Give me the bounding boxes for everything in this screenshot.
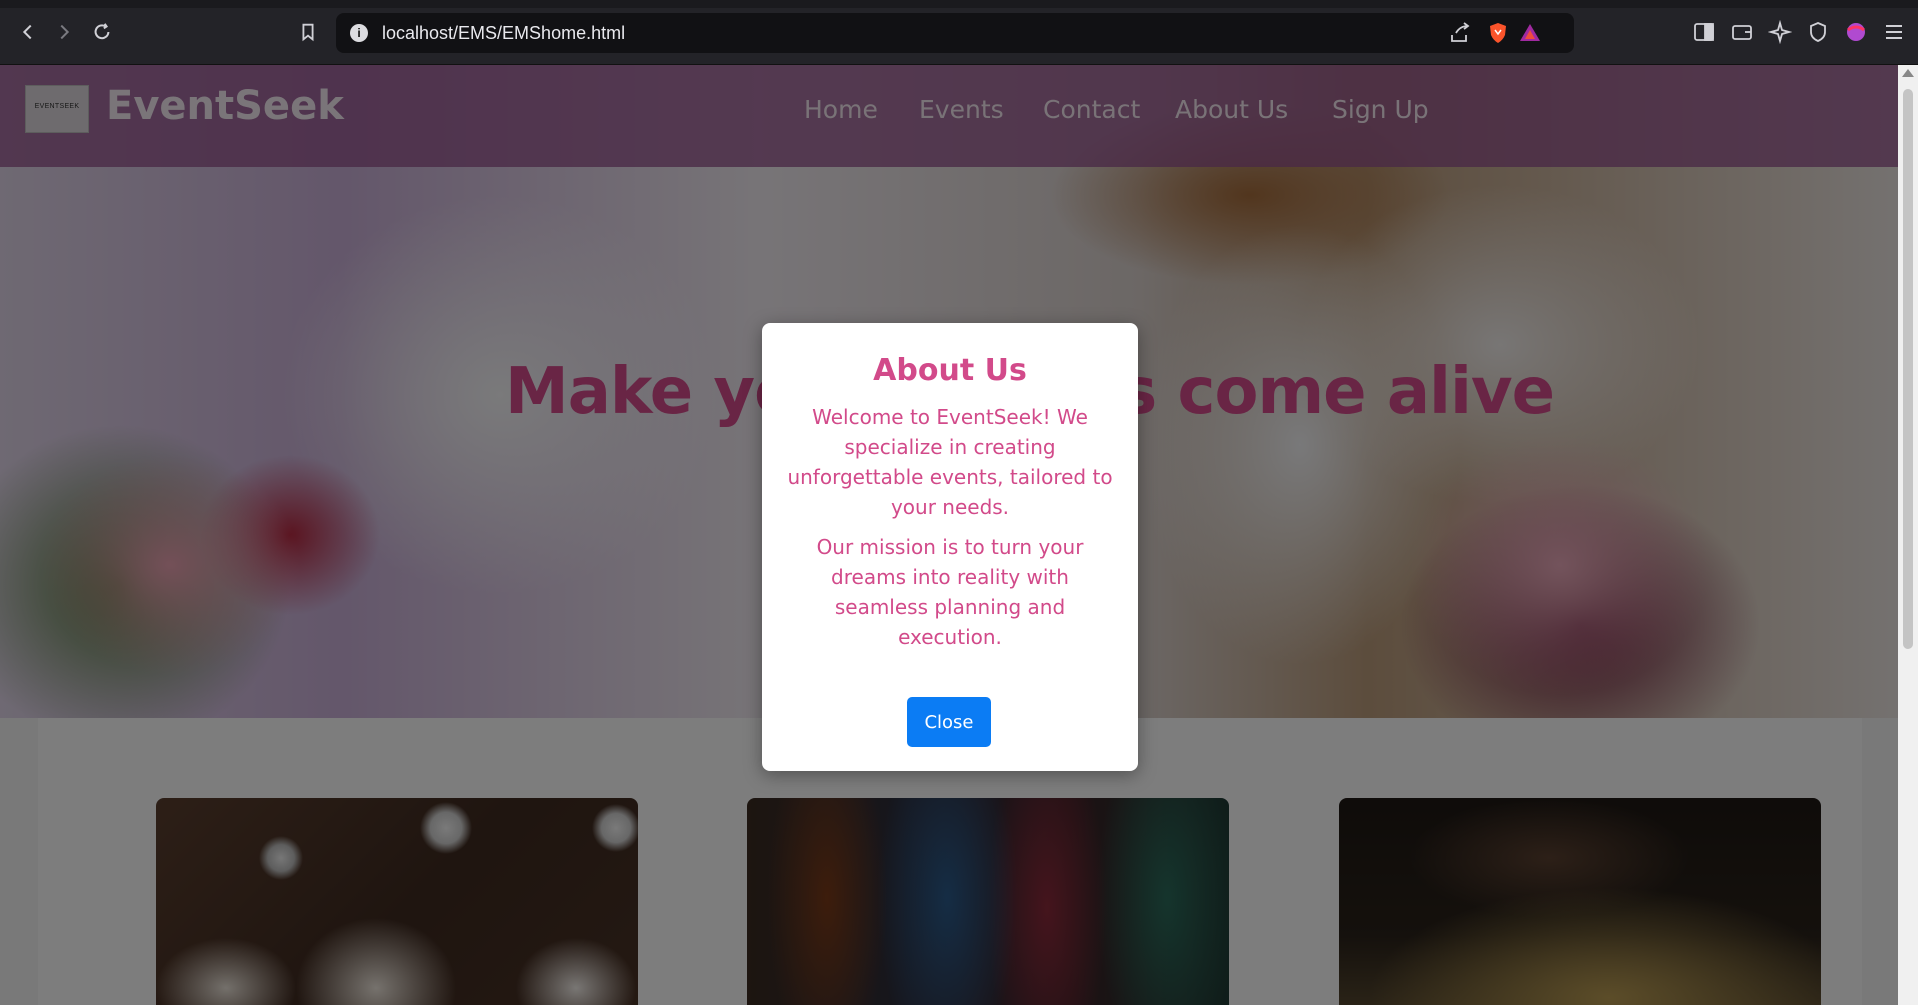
about-us-modal: About Us Welcome to EventSeek! We specia… (762, 323, 1138, 771)
leo-ai-icon[interactable] (1767, 19, 1793, 45)
scroll-up-arrow-icon[interactable] (1902, 69, 1914, 77)
sidebar-icon[interactable] (1692, 20, 1716, 44)
modal-title: About Us (873, 353, 1027, 388)
menu-icon[interactable] (1882, 20, 1906, 44)
wallet-icon[interactable] (1730, 20, 1754, 44)
back-icon[interactable] (14, 18, 42, 46)
page-scrollbar[interactable] (1898, 65, 1918, 1005)
scrollbar-thumb[interactable] (1903, 89, 1913, 649)
modal-paragraph-welcome: Welcome to EventSeek! We specialize in c… (787, 405, 1113, 519)
bookmark-icon[interactable] (294, 18, 322, 46)
vpn-shield-icon[interactable] (1806, 20, 1830, 44)
site-info-icon[interactable]: i (350, 24, 368, 42)
page-viewport: Make your dreams come alive EVENTSEEK Ev… (0, 65, 1898, 1005)
forward-icon[interactable] (50, 18, 78, 46)
brave-rewards-icon[interactable] (1518, 21, 1542, 45)
share-icon[interactable] (1448, 21, 1472, 45)
modal-paragraph-mission: Our mission is to turn your dreams into … (816, 535, 1084, 649)
close-button[interactable]: Close (907, 697, 991, 747)
profile-avatar-icon[interactable] (1844, 20, 1868, 44)
brave-shield-icon[interactable] (1486, 21, 1510, 45)
browser-toolbar: i localhost/EMS/EMShome.html (0, 0, 1918, 65)
reload-icon[interactable] (88, 18, 116, 46)
address-bar[interactable]: i localhost/EMS/EMShome.html (336, 13, 1574, 53)
url-text: localhost/EMS/EMShome.html (382, 23, 626, 43)
tab-strip (0, 0, 1918, 8)
